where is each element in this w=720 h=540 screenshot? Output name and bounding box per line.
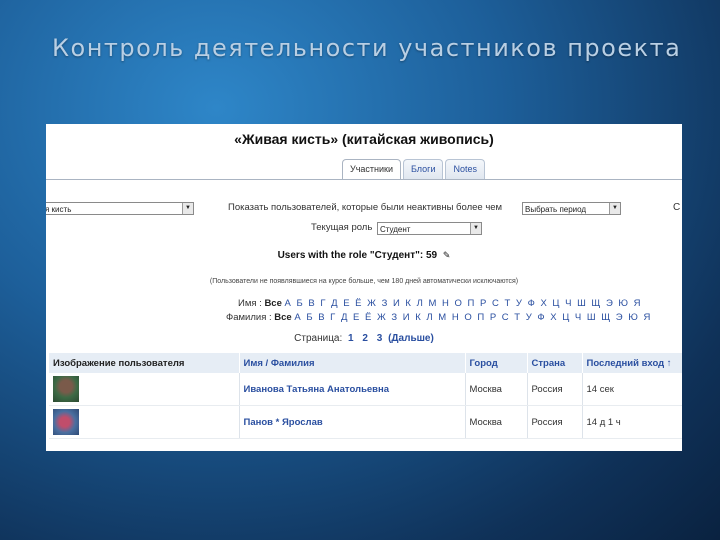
period-select-value: Выбрать период <box>525 205 587 214</box>
first-name-filter: Имя : Все А Б В Г Д Е Ё Ж З И К Л М Н О … <box>238 298 642 309</box>
chevron-down-icon: ▼ <box>470 223 481 234</box>
tab-participants[interactable]: Участники <box>342 159 401 180</box>
last-name-filter: Фамилия : Все А Б В Г Д Е Ё Ж З И К Л М … <box>226 312 652 323</box>
page-link-1[interactable]: 1 <box>348 333 354 344</box>
users-heading-text: Users with the role "Студент": 59 <box>277 250 438 261</box>
first-name-letters[interactable]: А Б В Г Д Е Ё Ж З И К Л М Н О П Р С Т У … <box>285 298 643 309</box>
user-city: Москва <box>465 373 528 406</box>
users-heading: Users with the role "Студент": 59 ✎ <box>46 250 682 261</box>
role-select-value: Студент <box>380 225 411 234</box>
tab-bar: Участники Блоги Notes <box>342 159 487 180</box>
avatar-cell <box>49 373 240 406</box>
col-city-header[interactable]: Город <box>465 353 528 373</box>
table-header-row: Изображение пользователя Имя / Фамилия Г… <box>49 353 682 373</box>
user-country: Россия <box>527 405 583 439</box>
cut-off-label: С <box>673 202 681 213</box>
next-page-link[interactable]: (Дальше) <box>388 333 434 344</box>
inactive-filter-label: Показать пользователей, которые были неа… <box>228 202 503 213</box>
user-last-access: 14 д 1 ч <box>582 405 682 439</box>
last-name-filter-label: Фамилия : <box>226 312 272 323</box>
role-select[interactable]: Студент ▼ <box>377 222 482 235</box>
user-country: Россия <box>527 373 583 406</box>
chevron-down-icon: ▼ <box>182 203 193 214</box>
chevron-down-icon: ▼ <box>609 203 620 214</box>
user-name-link[interactable]: Иванова Татьяна Анатольевна <box>239 373 466 406</box>
last-name-letters[interactable]: А Б В Г Д Е Ё Ж З И К Л М Н О П Р С Т У … <box>294 312 652 323</box>
page-link-2[interactable]: 2 <box>362 333 368 344</box>
table-row: Иванова Татьяна Анатольевна Москва Росси… <box>49 373 682 406</box>
edit-pencil-icon[interactable]: ✎ <box>443 250 451 260</box>
participants-table: Изображение пользователя Имя / Фамилия Г… <box>49 353 682 439</box>
inactive-note: (Пользователи не появлявшиеся на курсе б… <box>209 278 519 285</box>
course-title: «Живая кисть» (китайская живопись) <box>234 131 494 147</box>
period-select[interactable]: Выбрать период ▼ <box>522 202 621 215</box>
avatar[interactable] <box>53 376 79 402</box>
slide-title: Контроль деятельности участников проекта <box>52 34 682 62</box>
table-row: Панов * Ярослав Москва Россия 14 д 1 ч <box>49 405 682 439</box>
role-label: Текущая роль <box>311 222 373 233</box>
tab-notes[interactable]: Notes <box>445 159 485 180</box>
user-last-access: 14 сек <box>582 373 682 406</box>
col-picture-header: Изображение пользователя <box>49 353 240 373</box>
col-lastaccess-header[interactable]: Последний вход ↑ <box>582 353 682 373</box>
tab-divider <box>46 179 682 180</box>
group-select[interactable]: я кисть ▼ <box>46 202 194 215</box>
moodle-participants-screenshot: «Живая кисть» (китайская живопись) Участ… <box>46 124 682 451</box>
user-name-link[interactable]: Панов * Ярослав <box>239 405 466 439</box>
page-link-3[interactable]: 3 <box>377 333 383 344</box>
avatar[interactable] <box>53 409 79 435</box>
tab-blogs[interactable]: Блоги <box>403 159 444 180</box>
table-row-partial <box>49 441 682 451</box>
pagination: Страница: 1 2 3 (Дальше) <box>46 333 682 344</box>
col-name-header[interactable]: Имя / Фамилия <box>239 353 466 373</box>
last-name-all[interactable]: Все <box>274 312 291 323</box>
pagination-label: Страница: <box>294 333 343 344</box>
group-select-value: я кисть <box>46 205 72 214</box>
avatar-cell <box>49 405 240 439</box>
user-city: Москва <box>465 405 528 439</box>
col-country-header[interactable]: Страна <box>527 353 583 373</box>
first-name-filter-label: Имя : <box>238 298 262 309</box>
first-name-all[interactable]: Все <box>264 298 281 309</box>
